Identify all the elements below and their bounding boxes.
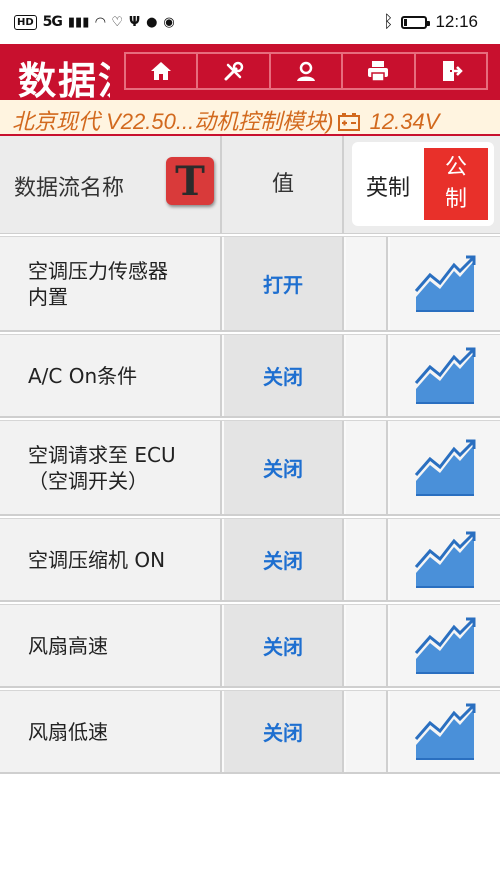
column-value-header: 值 <box>224 136 344 234</box>
trend-graph-icon <box>414 531 476 588</box>
row-name-cell: 空调压缩机 ON <box>0 519 222 600</box>
vehicle-module-label: 北京现代 V22.50...动机控制模块) <box>12 109 334 134</box>
row-name: 空调压力传感器 内置 <box>28 258 168 309</box>
app-header: 数据流 <box>0 44 500 103</box>
status-left: HD 5G ▮▮▮ ◠ ♡ Ψ ● ◉ <box>14 11 175 33</box>
row-name-cell: 风扇高速 <box>0 605 222 686</box>
signal-icon: ▮▮▮ <box>67 14 90 30</box>
row-unit-cell <box>346 605 388 686</box>
trend-graph-icon <box>414 439 476 496</box>
vehicle-info: 北京现代 V22.50...动机控制模块) 12.34V <box>12 104 440 134</box>
graph-button[interactable] <box>390 691 500 772</box>
row-unit-cell <box>346 237 388 330</box>
battery-icon <box>337 112 360 134</box>
graph-button[interactable] <box>390 605 500 686</box>
table-row: 空调压力传感器 内置 打开 <box>0 236 500 332</box>
row-unit-cell <box>346 519 388 600</box>
home-button[interactable] <box>124 52 198 90</box>
table-row: 风扇高速 关闭 <box>0 604 500 688</box>
trend-graph-icon <box>414 255 476 312</box>
trend-graph-icon <box>414 703 476 760</box>
row-value: 关闭 <box>224 421 344 514</box>
wifi-icon: ◠ <box>95 14 106 30</box>
exit-button[interactable] <box>414 52 489 90</box>
row-value: 关闭 <box>224 691 344 772</box>
row-value: 关闭 <box>224 519 344 600</box>
row-value: 打开 <box>224 237 344 330</box>
user-icon <box>297 61 316 81</box>
row-value: 关闭 <box>224 335 344 416</box>
usb-icon: Ψ <box>129 14 141 30</box>
unit-toggle: 英制 公 制 <box>352 142 494 226</box>
table-header: 数据流名称 T 值 英制 公 制 <box>0 136 500 234</box>
unit-metric-button[interactable]: 公 制 <box>424 148 488 220</box>
network-indicator: 5G <box>42 14 63 30</box>
text-format-icon[interactable]: T <box>166 157 214 205</box>
table-row: 空调请求至 ECU （空调开关） 关闭 <box>0 420 500 516</box>
trend-graph-icon <box>414 347 476 404</box>
row-unit-cell <box>346 421 388 514</box>
column-name-header: 数据流名称 T <box>0 136 222 234</box>
row-name: 空调请求至 ECU （空调开关） <box>28 442 176 493</box>
battery-icon <box>401 15 431 29</box>
row-name: A/C On条件 <box>28 363 138 388</box>
vehicle-info-bar: 北京现代 V22.50...动机控制模块) 12.34V <box>0 100 500 136</box>
print-button[interactable] <box>342 52 415 90</box>
row-value: 关闭 <box>224 605 344 686</box>
row-name-cell: A/C On条件 <box>0 335 222 416</box>
row-name-cell: 风扇低速 <box>0 691 222 772</box>
row-name-cell: 空调请求至 ECU （空调开关） <box>0 421 222 514</box>
hd-badge: HD <box>14 14 37 30</box>
graph-button[interactable] <box>390 237 500 330</box>
column-name-label: 数据流名称 <box>14 176 125 201</box>
chat-icon: ● <box>146 14 158 30</box>
tools-button[interactable] <box>197 52 270 90</box>
trend-graph-icon <box>414 617 476 674</box>
graph-button[interactable] <box>390 421 500 514</box>
row-unit-cell <box>346 691 388 772</box>
printer-icon <box>368 61 389 82</box>
status-right: ᛒ 12:16 <box>383 10 478 34</box>
data-stream-list: 空调压力传感器 内置 打开 A/C On条件 关闭 空调请求至 ECU （空调开… <box>0 236 500 776</box>
row-name: 空调压缩机 ON <box>28 547 166 572</box>
exit-icon <box>442 61 463 81</box>
row-name-cell: 空调压力传感器 内置 <box>0 237 222 330</box>
toolbar <box>124 52 489 90</box>
clock: 12:16 <box>435 12 478 31</box>
graph-button[interactable] <box>390 335 500 416</box>
row-unit-cell <box>346 335 388 416</box>
voltage-value: 12.34V <box>369 109 440 134</box>
row-name: 风扇低速 <box>28 719 108 744</box>
home-icon <box>151 62 172 80</box>
graph-button[interactable] <box>390 519 500 600</box>
table-row: A/C On条件 关闭 <box>0 334 500 418</box>
table-row: 风扇低速 关闭 <box>0 690 500 774</box>
wechat-icon: ◉ <box>163 14 175 30</box>
tools-icon <box>224 61 243 81</box>
row-name: 风扇高速 <box>28 633 108 658</box>
bluetooth-icon: ᛒ <box>383 12 394 32</box>
heart-icon: ♡ <box>111 14 124 30</box>
page-title: 数据流 <box>18 59 110 103</box>
status-bar: HD 5G ▮▮▮ ◠ ♡ Ψ ● ◉ ᛒ 12:16 <box>0 0 500 44</box>
unit-imperial-button[interactable]: 英制 <box>366 170 410 202</box>
table-row: 空调压缩机 ON 关闭 <box>0 518 500 602</box>
user-button[interactable] <box>269 52 343 90</box>
